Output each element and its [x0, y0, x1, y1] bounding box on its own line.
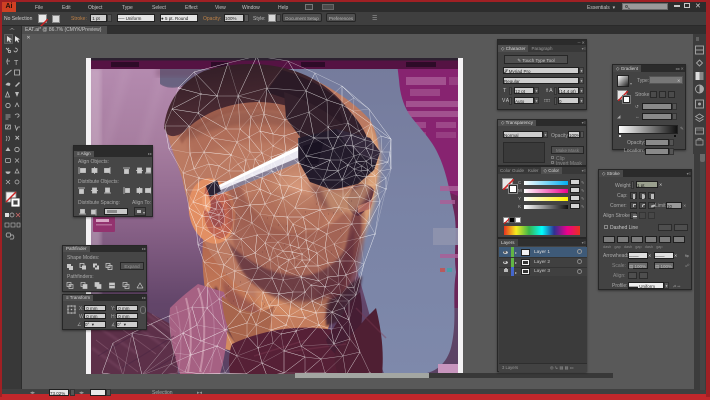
svg-text:T: T	[14, 60, 19, 67]
